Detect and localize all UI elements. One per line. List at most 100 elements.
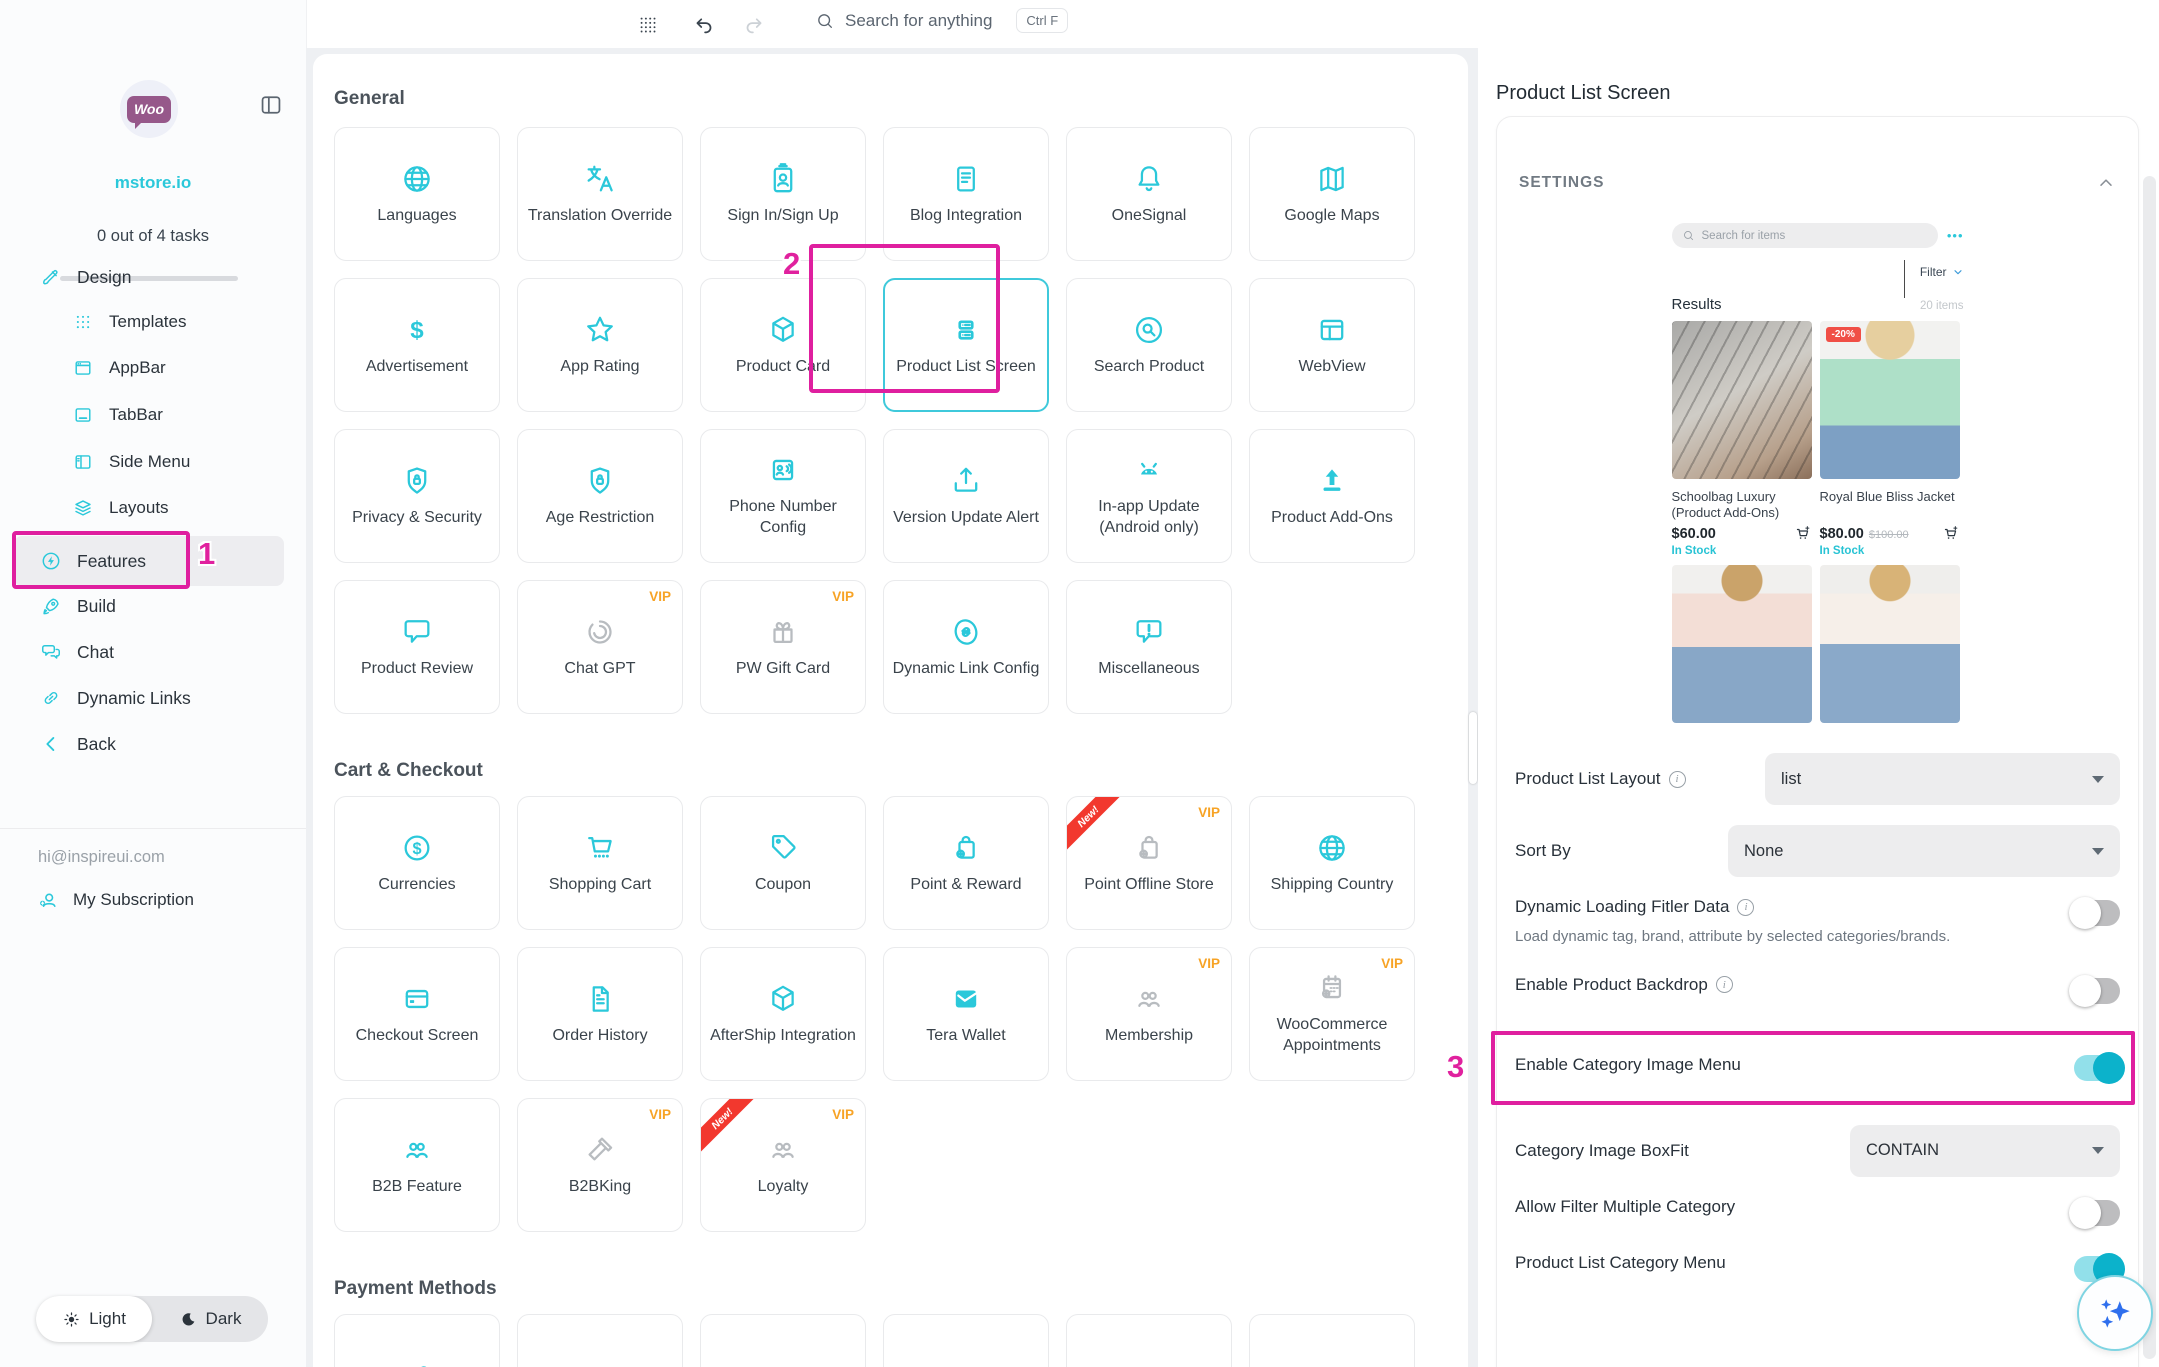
feature-card-payment[interactable] — [700, 1314, 866, 1367]
feature-card-sign-in-sign-up[interactable]: Sign In/Sign Up — [700, 127, 866, 261]
product-image — [1672, 565, 1812, 723]
feature-card-advertisement[interactable]: $Advertisement — [334, 278, 500, 412]
feature-card-payment[interactable] — [334, 1314, 500, 1367]
panel-scrollbar-track[interactable] — [2143, 176, 2156, 1359]
feature-card-woocommerce-appointments[interactable]: VIPWooCommerce Appointments — [1249, 947, 1415, 1081]
info-icon[interactable]: i — [1737, 899, 1754, 916]
sidebar-item-side-menu[interactable]: Side Menu — [72, 442, 190, 482]
feature-card-product-list-screen[interactable]: Product List Screen — [883, 278, 1049, 412]
feature-card-phone-number-config[interactable]: Phone Number Config — [700, 429, 866, 563]
redo-icon[interactable] — [743, 14, 765, 36]
product-old-price: $100.00 — [1869, 529, 1909, 541]
feature-card-in-app-update-android-only-[interactable]: In-app Update (Android only) — [1066, 429, 1232, 563]
feature-card-dynamic-link-config[interactable]: Dynamic Link Config — [883, 580, 1049, 714]
field-label: Product List Category Menu — [1515, 1253, 1726, 1273]
feature-card-product-add-ons[interactable]: Product Add-Ons — [1249, 429, 1415, 563]
sidebar-item-design[interactable]: Design — [40, 257, 131, 297]
feature-card-checkout-screen[interactable]: Checkout Screen — [334, 947, 500, 1081]
android-icon — [1132, 453, 1166, 487]
sidebar-item-tabbar[interactable]: TabBar — [72, 395, 163, 435]
vertical-scrollbar[interactable] — [1469, 712, 1477, 784]
feature-card-payment[interactable] — [1249, 1314, 1415, 1367]
toggle-enable-product-backdrop[interactable] — [2074, 978, 2120, 1004]
feature-card-loyalty[interactable]: New!VIPLoyalty — [700, 1098, 866, 1232]
feature-card-miscellaneous[interactable]: Miscellaneous — [1066, 580, 1232, 714]
info-icon[interactable]: i — [1669, 771, 1686, 788]
feature-card-pw-gift-card[interactable]: VIPPW Gift Card — [700, 580, 866, 714]
feature-card-membership[interactable]: VIPMembership — [1066, 947, 1232, 1081]
feature-card-app-rating[interactable]: App Rating — [517, 278, 683, 412]
feature-card-webview[interactable]: WebView — [1249, 278, 1415, 412]
sidebar-collapse-icon[interactable] — [258, 92, 284, 118]
translate-icon — [583, 162, 617, 196]
sidebar-item-label: Side Menu — [109, 452, 190, 472]
site-name[interactable]: mstore.io — [0, 173, 306, 193]
toggle-dynamic-loading-fitler-data[interactable] — [2074, 900, 2120, 926]
select-sort-by[interactable]: None — [1728, 825, 2120, 877]
theme-dark-button[interactable]: Dark — [152, 1296, 268, 1342]
feature-card-product-review[interactable]: Product Review — [334, 580, 500, 714]
feature-card-age-restriction[interactable]: Age Restriction — [517, 429, 683, 563]
field-label: Dynamic Loading Fitler Datai — [1515, 897, 1950, 917]
feature-card-payment[interactable] — [883, 1314, 1049, 1367]
sidebar-item-dynamic-links[interactable]: Dynamic Links — [40, 678, 191, 718]
select-category-image-boxfit[interactable]: CONTAIN — [1850, 1125, 2120, 1177]
sidebar-item-label: Build — [77, 596, 116, 617]
global-search-input[interactable]: Search for anything Ctrl F — [815, 8, 1068, 33]
feature-card-point-offline-store[interactable]: New!VIPPoint Offline Store — [1066, 796, 1232, 930]
doclines-icon — [949, 162, 983, 196]
field-row-enable-product-backdrop: Enable Product Backdropi — [1515, 975, 2120, 1004]
feature-card-blog-integration[interactable]: Blog Integration — [883, 127, 1049, 261]
field-row-allow-filter-multiple-category: Allow Filter Multiple Category — [1515, 1197, 2120, 1226]
feature-card-languages[interactable]: Languages — [334, 127, 500, 261]
sidebar-item-layouts[interactable]: Layouts — [72, 488, 169, 528]
field-row-dynamic-loading-fitler-data: Dynamic Loading Fitler DataiLoad dynamic… — [1515, 897, 2120, 948]
chevron-down-icon — [2092, 1147, 2104, 1154]
my-subscription-link[interactable]: My Subscription — [36, 888, 194, 912]
sidebar-item-build[interactable]: Build — [40, 586, 116, 626]
feature-card-translation-override[interactable]: Translation Override — [517, 127, 683, 261]
feature-card-b2bking[interactable]: VIPB2BKing — [517, 1098, 683, 1232]
preview-product: -20%Royal Blue Bliss Jacket$80.00$100.00… — [1820, 321, 1960, 557]
feature-card-point-reward[interactable]: Point & Reward — [883, 796, 1049, 930]
feature-card-order-history[interactable]: Order History — [517, 947, 683, 1081]
vip-badge: VIP — [1198, 805, 1220, 820]
svg-text:$: $ — [410, 316, 424, 343]
feature-card-product-card[interactable]: Product Card — [700, 278, 866, 412]
feature-card-currencies[interactable]: $Currencies — [334, 796, 500, 930]
feature-card-google-maps[interactable]: Google Maps — [1249, 127, 1415, 261]
select-product-list-layout[interactable]: list — [1765, 753, 2120, 805]
feature-card-label: B2B Feature — [364, 1177, 470, 1198]
app-grid-icon[interactable] — [637, 14, 659, 36]
feature-card-coupon[interactable]: Coupon — [700, 796, 866, 930]
feature-card-onesignal[interactable]: OneSignal — [1066, 127, 1232, 261]
feature-card-chat-gpt[interactable]: VIPChat GPT — [517, 580, 683, 714]
theme-light-button[interactable]: Light — [36, 1296, 152, 1342]
chevron-up-icon[interactable] — [2096, 173, 2116, 193]
sidebar-item-appbar[interactable]: AppBar — [72, 348, 166, 388]
info-icon[interactable]: i — [1716, 976, 1733, 993]
feature-card-search-product[interactable]: Search Product — [1066, 278, 1232, 412]
sidebar-item-features[interactable]: Features — [40, 541, 146, 581]
sidebar-item-templates[interactable]: Templates — [72, 302, 186, 342]
toggle-allow-filter-multiple-category[interactable] — [2074, 1200, 2120, 1226]
feature-card-shopping-cart[interactable]: Shopping Cart — [517, 796, 683, 930]
feature-card-privacy-security[interactable]: Privacy & Security — [334, 429, 500, 563]
feature-card-payment[interactable] — [517, 1314, 683, 1367]
toggle-knob — [2069, 897, 2101, 929]
feature-card-version-update-alert[interactable]: Version Update Alert — [883, 429, 1049, 563]
sidebar-item-back[interactable]: Back — [40, 724, 116, 764]
ai-assistant-button[interactable] — [2077, 1275, 2153, 1351]
undo-icon[interactable] — [693, 14, 715, 36]
feature-card-tera-wallet[interactable]: Tera Wallet — [883, 947, 1049, 1081]
toggle-enable-category-image-menu[interactable] — [2074, 1055, 2120, 1081]
sidebar-item-chat[interactable]: Chat — [40, 632, 114, 672]
feature-card-label: Loyalty — [750, 1177, 817, 1198]
searchround-icon — [1132, 313, 1166, 347]
feature-card-shipping-country[interactable]: Shipping Country — [1249, 796, 1415, 930]
feature-card-aftership-integration[interactable]: AfterShip Integration — [700, 947, 866, 1081]
my-subscription-label: My Subscription — [73, 890, 194, 910]
feature-card-b2b-feature[interactable]: B2B Feature — [334, 1098, 500, 1232]
feature-card-payment[interactable] — [1066, 1314, 1232, 1367]
search-placeholder: Search for anything — [845, 11, 992, 31]
